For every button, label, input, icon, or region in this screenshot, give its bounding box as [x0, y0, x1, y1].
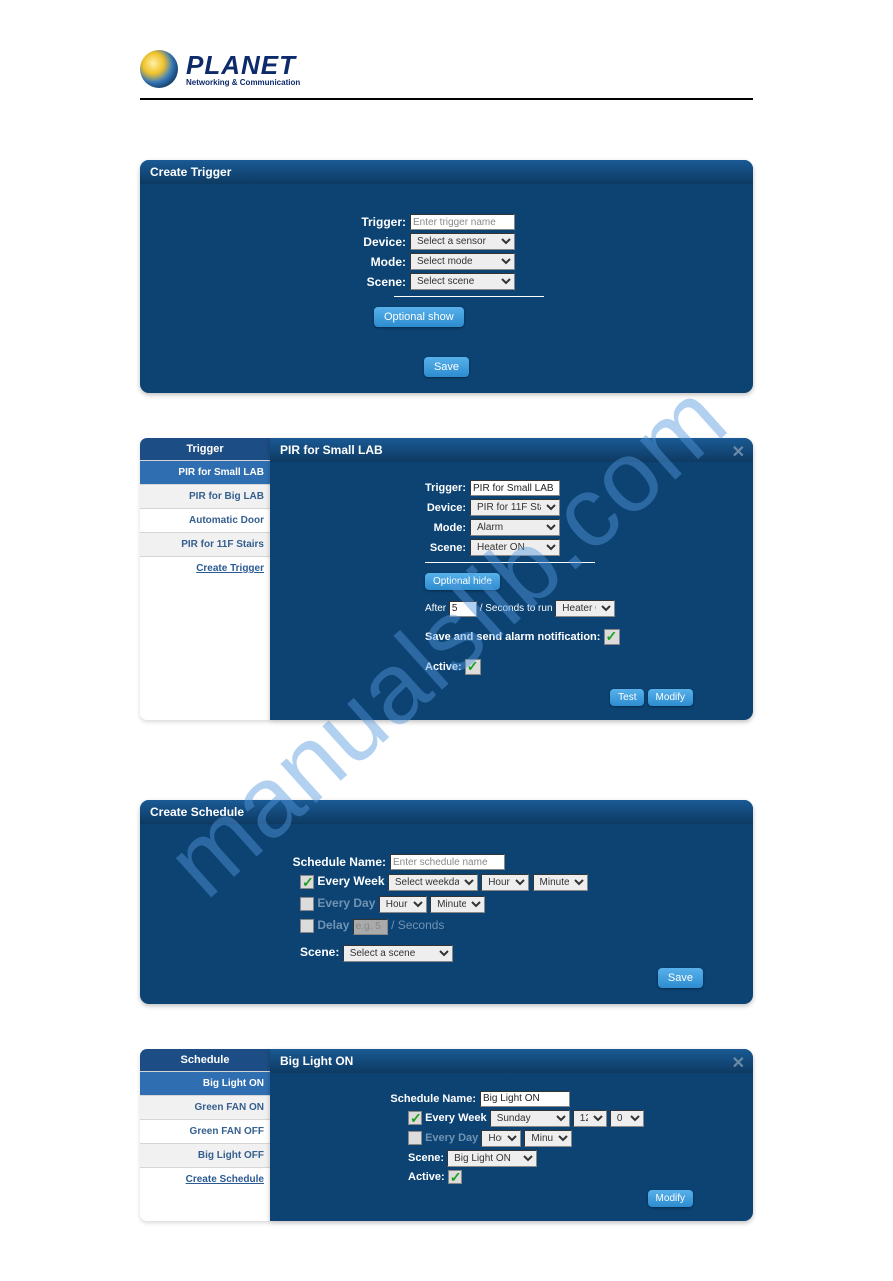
sidebar-create-link[interactable]: Create Schedule [140, 1167, 270, 1191]
sidebar-item[interactable]: PIR for Big LAB [140, 484, 270, 508]
create-schedule-panel: Create Schedule Schedule Name: Every Wee… [140, 800, 753, 1004]
every-day-label: Every Day [317, 896, 375, 910]
sidebar-create-link[interactable]: Create Trigger [140, 556, 270, 580]
delay-unit: / Seconds [391, 918, 444, 932]
trigger-input[interactable] [470, 480, 560, 496]
trigger-edit-section: Trigger PIR for Small LAB PIR for Big LA… [140, 438, 753, 720]
delay-label: Delay [317, 918, 349, 932]
trigger-sidebar: Trigger PIR for Small LAB PIR for Big LA… [140, 438, 270, 720]
schedule-edit-section: Schedule Big Light ON Green FAN ON Green… [140, 1049, 753, 1221]
scene-label: Scene: [290, 542, 470, 554]
device-select[interactable]: PIR for 11F Stairs [470, 499, 560, 516]
schedule-name-input[interactable] [390, 854, 505, 870]
scene-select[interactable]: Heater ON [470, 539, 560, 556]
brand-logo: PLANET Networking & Communication [140, 50, 753, 88]
delay-input[interactable] [353, 919, 388, 935]
every-week-checkbox[interactable] [300, 875, 314, 889]
modify-button[interactable]: Modify [648, 1190, 693, 1207]
device-label: Device: [290, 502, 470, 514]
close-icon[interactable]: ✕ [732, 442, 745, 462]
scene-label: Scene: [408, 1152, 444, 1164]
mode-label: Mode: [160, 255, 410, 269]
active-label: Active: [425, 661, 462, 673]
sidebar-item[interactable]: Green FAN OFF [140, 1119, 270, 1143]
everyday-minute-select[interactable]: Minute [430, 896, 485, 913]
every-week-label: Every Week [317, 874, 384, 888]
after-label: After [425, 603, 446, 614]
every-day-label: Every Day [425, 1132, 478, 1144]
scene-select[interactable]: Select scene [410, 273, 515, 290]
create-trigger-panel: Create Trigger Trigger: Device: Select a… [140, 160, 753, 393]
hour-select[interactable]: Hour [481, 874, 529, 891]
minute-select[interactable]: Minute [533, 874, 588, 891]
after-action-select[interactable]: Heater OFF [555, 600, 615, 617]
scene-select[interactable]: Select a scene [343, 945, 453, 962]
save-notification-label: Save and send alarm notification: [425, 631, 600, 643]
minute-select[interactable]: 0 [610, 1110, 644, 1127]
everyday-hour-select[interactable]: Hour [379, 896, 427, 913]
scene-label: Scene: [160, 275, 410, 289]
device-label: Device: [160, 235, 410, 249]
weekday-select[interactable]: Select weekday [388, 874, 478, 891]
every-day-checkbox[interactable] [408, 1131, 422, 1145]
mode-select[interactable]: Select mode [410, 253, 515, 270]
save-button[interactable]: Save [424, 357, 469, 377]
trigger-label: Trigger: [160, 215, 410, 229]
sidebar-header: Trigger [140, 438, 270, 460]
active-label: Active: [408, 1170, 445, 1182]
trigger-label: Trigger: [290, 482, 470, 494]
device-select[interactable]: Select a sensor [410, 233, 515, 250]
active-checkbox[interactable] [465, 659, 481, 675]
panel-title: Create Schedule [140, 800, 753, 824]
after-seconds-input[interactable] [449, 601, 477, 617]
every-week-checkbox[interactable] [408, 1111, 422, 1125]
every-day-checkbox[interactable] [300, 897, 314, 911]
optional-hide-button[interactable]: Optional hide [425, 573, 500, 590]
panel-title: Big Light ON ✕ [270, 1049, 753, 1073]
brand-tagline: Networking & Communication [186, 78, 300, 87]
delay-checkbox[interactable] [300, 919, 314, 933]
after-unit: / Seconds to run [480, 603, 553, 614]
schedule-name-input[interactable] [480, 1091, 570, 1107]
weekday-select[interactable]: Sunday [490, 1110, 570, 1127]
everyday-minute-select[interactable]: Minute [524, 1130, 572, 1147]
sidebar-item[interactable]: Big Light OFF [140, 1143, 270, 1167]
mode-select[interactable]: Alarm [470, 519, 560, 536]
scene-select[interactable]: Big Light ON [447, 1150, 537, 1167]
sidebar-item[interactable]: Automatic Door [140, 508, 270, 532]
brand-name: PLANET [186, 52, 300, 78]
sidebar-header: Schedule [140, 1049, 270, 1071]
trigger-input[interactable] [410, 214, 515, 230]
every-week-label: Every Week [425, 1112, 487, 1124]
panel-title: PIR for Small LAB ✕ [270, 438, 753, 462]
sidebar-item[interactable]: Big Light ON [140, 1071, 270, 1095]
form-divider [425, 562, 595, 563]
schedule-name-label: Schedule Name: [160, 855, 390, 869]
schedule-name-label: Schedule Name: [290, 1093, 480, 1105]
save-notification-checkbox[interactable] [604, 629, 620, 645]
save-button[interactable]: Save [658, 968, 703, 988]
close-icon[interactable]: ✕ [732, 1053, 745, 1073]
optional-show-button[interactable]: Optional show [374, 307, 464, 327]
test-button[interactable]: Test [610, 689, 644, 706]
hour-select[interactable]: 12 [573, 1110, 607, 1127]
active-checkbox[interactable] [448, 1170, 462, 1184]
schedule-sidebar: Schedule Big Light ON Green FAN ON Green… [140, 1049, 270, 1221]
form-divider [394, 296, 544, 297]
sidebar-item[interactable]: PIR for 11F Stairs [140, 532, 270, 556]
mode-label: Mode: [290, 522, 470, 534]
panel-title: Create Trigger [140, 160, 753, 184]
sidebar-item[interactable]: Green FAN ON [140, 1095, 270, 1119]
sidebar-item[interactable]: PIR for Small LAB [140, 460, 270, 484]
globe-icon [140, 50, 178, 88]
scene-label: Scene: [300, 945, 339, 959]
modify-button[interactable]: Modify [648, 689, 693, 706]
everyday-hour-select[interactable]: Hour [481, 1130, 521, 1147]
